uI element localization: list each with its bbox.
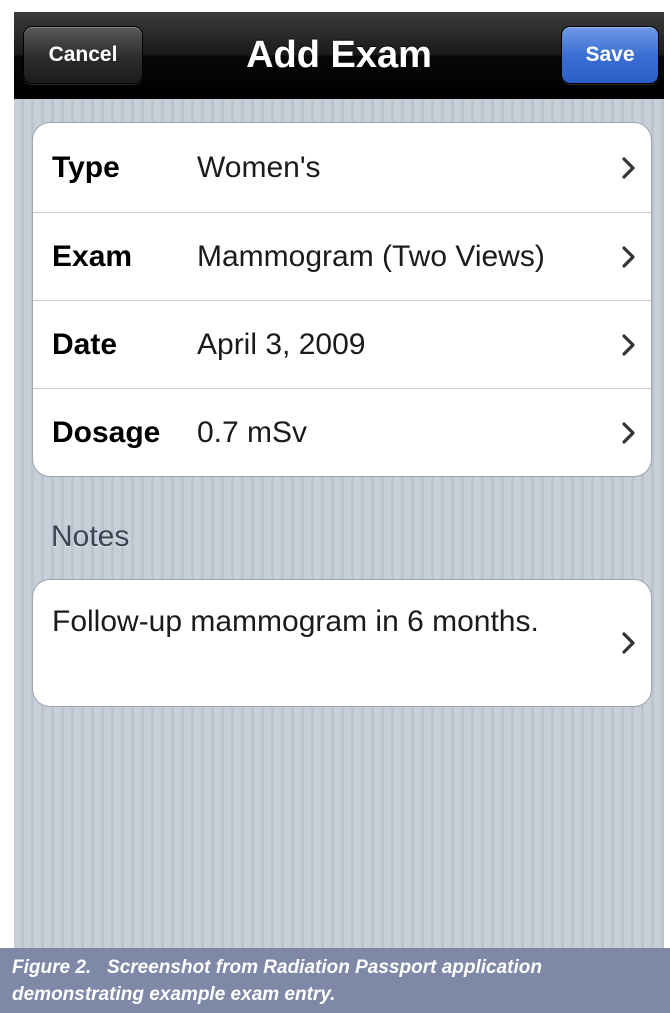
notes-row[interactable]: Follow-up mammogram in 6 months. — [32, 579, 652, 707]
caption-text: Figure 2. Screenshot from Radiation Pass… — [12, 957, 548, 1005]
chevron-right-icon — [622, 421, 635, 444]
phone-screen: Cancel Add Exam Save Type Women's Exam M… — [14, 12, 664, 948]
exam-row[interactable]: Exam Mammogram (Two Views) — [33, 212, 651, 300]
chevron-right-icon — [622, 632, 635, 654]
figure-caption: Figure 2. Screenshot from Radiation Pass… — [0, 948, 670, 1013]
dosage-value: 0.7 mSv — [197, 415, 308, 449]
date-label: Date — [52, 327, 118, 361]
save-button[interactable]: Save — [561, 26, 659, 84]
chevron-right-icon — [622, 333, 635, 356]
dosage-label: Dosage — [52, 415, 161, 449]
type-label: Type — [52, 150, 120, 184]
date-value: April 3, 2009 — [197, 327, 366, 361]
type-value: Women's — [197, 150, 321, 184]
chevron-right-icon — [622, 245, 635, 268]
navigation-bar: Cancel Add Exam Save — [14, 12, 664, 99]
dosage-row[interactable]: Dosage 0.7 mSv — [33, 388, 651, 476]
notes-section-header: Notes — [51, 520, 130, 553]
exam-value: Mammogram (Two Views) — [197, 239, 545, 273]
type-row[interactable]: Type Women's — [33, 123, 651, 212]
notes-text: Follow-up mammogram in 6 months. — [52, 605, 539, 638]
exam-label: Exam — [52, 239, 133, 273]
exam-fields-table: Type Women's Exam Mammogram (Two Views) … — [32, 122, 652, 477]
date-row[interactable]: Date April 3, 2009 — [33, 300, 651, 388]
chevron-right-icon — [622, 156, 635, 179]
